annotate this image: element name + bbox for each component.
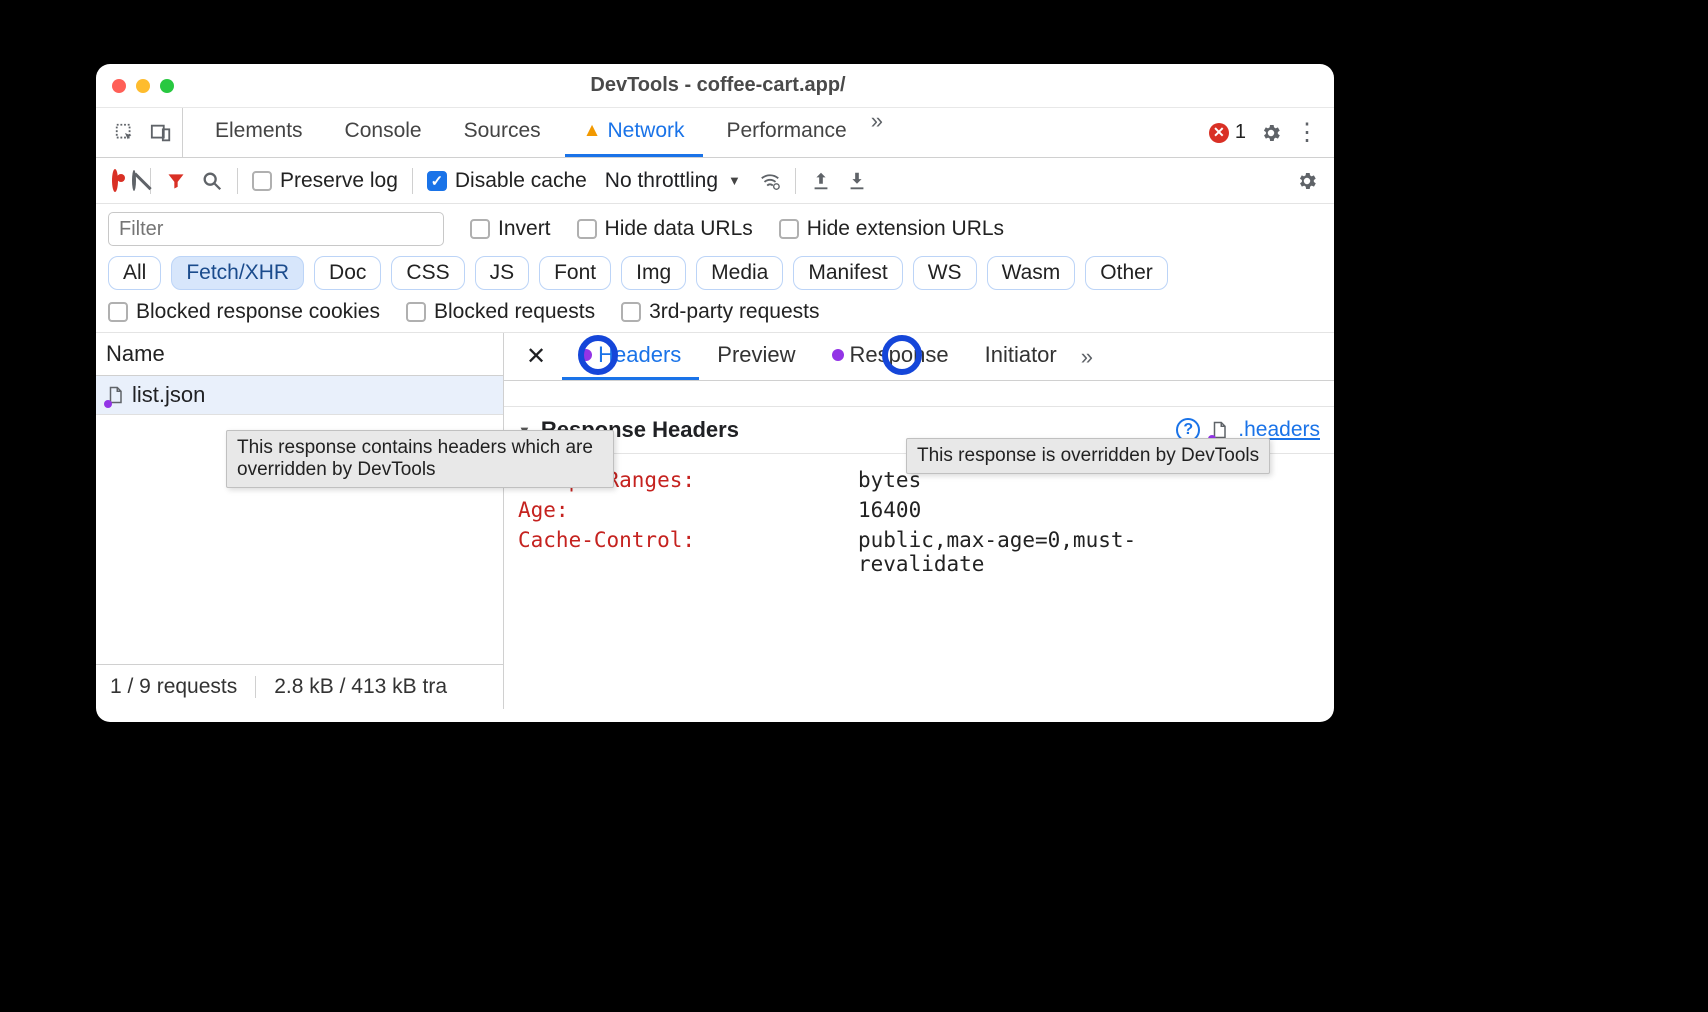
name-column-header[interactable]: Name: [96, 333, 503, 376]
more-tabs-icon[interactable]: »: [865, 108, 889, 157]
override-dot-icon: [832, 349, 844, 361]
filter-type-font[interactable]: Font: [539, 256, 611, 290]
blocked-requests-checkbox[interactable]: Blocked requests: [406, 300, 595, 324]
traffic-lights: [112, 79, 174, 93]
record-icon[interactable]: [112, 172, 118, 190]
close-window-button[interactable]: [112, 79, 126, 93]
header-value: 16400: [858, 498, 921, 522]
response-headers-list: Accept-Ranges: bytes Age: 16400 Cache-Co…: [504, 454, 1334, 590]
filter-type-doc[interactable]: Doc: [314, 256, 381, 290]
hide-data-urls-checkbox[interactable]: Hide data URLs: [577, 217, 753, 241]
filter-icon[interactable]: [165, 170, 187, 192]
minimize-window-button[interactable]: [136, 79, 150, 93]
panel-tabsbar: Elements Console Sources ▲ Network Perfo…: [96, 108, 1334, 158]
filter-bar: Invert Hide data URLs Hide extension URL…: [96, 204, 1334, 333]
tooltip-headers-override: This response contains headers which are…: [226, 430, 614, 488]
tooltip-response-override: This response is overridden by DevTools: [906, 438, 1270, 474]
request-row[interactable]: list.json: [96, 376, 503, 415]
header-row: Age: 16400: [518, 498, 1320, 522]
network-settings-icon[interactable]: [1296, 170, 1318, 192]
warning-icon: ▲: [583, 120, 602, 142]
content-area: Name list.json 1 / 9 requests 2.8 kB / 4…: [96, 333, 1334, 709]
detail-tab-response[interactable]: Response: [814, 333, 967, 380]
header-name: Age:: [518, 498, 858, 522]
header-value: public,max-age=0,must-revalidate: [858, 528, 1178, 576]
maximize-window-button[interactable]: [160, 79, 174, 93]
filter-type-js[interactable]: JS: [475, 256, 530, 290]
network-toolbar: Preserve log Disable cache No throttling…: [96, 158, 1334, 204]
device-toolbar-icon[interactable]: [150, 122, 172, 144]
invert-checkbox[interactable]: Invert: [470, 217, 551, 241]
detail-tab-initiator[interactable]: Initiator: [967, 333, 1075, 380]
filter-type-wasm[interactable]: Wasm: [987, 256, 1076, 290]
tab-sources[interactable]: Sources: [446, 108, 559, 157]
filter-input[interactable]: [108, 212, 444, 246]
devtools-window: DevTools - coffee-cart.app/ Elements Con…: [96, 64, 1334, 722]
request-filename: list.json: [132, 382, 205, 408]
filter-type-other[interactable]: Other: [1085, 256, 1168, 290]
detail-tab-headers[interactable]: Headers: [562, 333, 699, 380]
throttling-select[interactable]: No throttling ▼: [601, 169, 745, 193]
detail-tab-preview[interactable]: Preview: [699, 333, 813, 380]
error-count-badge[interactable]: ✕ 1: [1209, 121, 1246, 144]
settings-icon[interactable]: [1260, 122, 1282, 144]
more-detail-tabs-icon[interactable]: »: [1075, 344, 1099, 370]
tab-console[interactable]: Console: [327, 108, 440, 157]
error-icon: ✕: [1209, 123, 1229, 143]
import-har-icon[interactable]: [846, 170, 868, 192]
filter-type-ws[interactable]: WS: [913, 256, 977, 290]
tab-network[interactable]: ▲ Network: [565, 108, 703, 157]
close-detail-button[interactable]: ✕: [510, 342, 562, 371]
third-party-checkbox[interactable]: 3rd-party requests: [621, 300, 819, 324]
request-list: Name list.json 1 / 9 requests 2.8 kB / 4…: [96, 333, 504, 709]
hide-extension-urls-checkbox[interactable]: Hide extension URLs: [779, 217, 1004, 241]
header-row: Cache-Control: public,max-age=0,must-rev…: [518, 528, 1320, 576]
detail-tabs: ✕ Headers Preview Response Initiator »: [504, 333, 1334, 381]
tab-performance[interactable]: Performance: [709, 108, 865, 157]
chevron-down-icon: ▼: [728, 173, 741, 188]
blocked-response-cookies-checkbox[interactable]: Blocked response cookies: [108, 300, 380, 324]
window-title: DevTools - coffee-cart.app/: [174, 74, 1262, 97]
search-icon[interactable]: [201, 170, 223, 192]
status-bar: 1 / 9 requests 2.8 kB / 413 kB tra: [96, 664, 503, 709]
override-indicator-icon: [104, 400, 112, 408]
transfer-size: 2.8 kB / 413 kB tra: [274, 675, 447, 699]
disable-cache-checkbox[interactable]: Disable cache: [427, 169, 587, 193]
filter-type-fetch-xhr[interactable]: Fetch/XHR: [171, 256, 304, 290]
header-name: Cache-Control:: [518, 528, 858, 576]
export-har-icon[interactable]: [810, 170, 832, 192]
titlebar: DevTools - coffee-cart.app/: [96, 64, 1334, 108]
clear-icon[interactable]: [132, 172, 136, 190]
preserve-log-checkbox[interactable]: Preserve log: [252, 169, 398, 193]
tab-elements[interactable]: Elements: [197, 108, 321, 157]
request-detail: ✕ Headers Preview Response Initiator » ▼: [504, 333, 1334, 709]
network-conditions-icon[interactable]: [759, 170, 781, 192]
inspect-element-icon[interactable]: [114, 122, 136, 144]
file-icon: [106, 384, 124, 406]
filter-type-manifest[interactable]: Manifest: [793, 256, 902, 290]
filter-type-all[interactable]: All: [108, 256, 161, 290]
request-count: 1 / 9 requests: [110, 675, 237, 699]
more-options-icon[interactable]: ⋮: [1296, 122, 1318, 144]
filter-type-img[interactable]: Img: [621, 256, 686, 290]
filter-type-css[interactable]: CSS: [391, 256, 464, 290]
filter-type-media[interactable]: Media: [696, 256, 783, 290]
override-dot-icon: [580, 349, 592, 361]
